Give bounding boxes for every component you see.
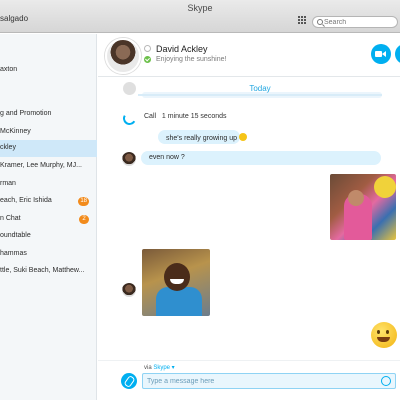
account-name[interactable]: salgado [0, 14, 28, 23]
search-icon [317, 19, 323, 25]
call-duration: 1 minute 15 seconds [161, 113, 227, 120]
via-selector[interactable]: via Skype ▾ [144, 364, 175, 371]
contact-name: ckley [0, 144, 16, 151]
call-label: Call [144, 113, 157, 120]
contact-name: rman [0, 180, 16, 187]
contact-item[interactable]: Kramer, Lee Murphy, MJ... [0, 158, 97, 175]
avatar[interactable] [122, 152, 136, 166]
contact-list: axton g and Promotion McKinney ckley Kra… [0, 34, 97, 400]
contact-name: hammas [0, 250, 27, 257]
contact-item[interactable]: g and Promotion [0, 106, 97, 123]
smiley-emoticon-icon [238, 133, 247, 141]
message-bubble[interactable]: she's really growing up [158, 130, 247, 144]
favorite-star-icon[interactable] [144, 45, 151, 52]
contact-item-selected[interactable]: ckley [0, 140, 97, 157]
photo-figure [156, 287, 202, 316]
contact-name: McKinney [0, 128, 31, 135]
contact-item[interactable]: n Chat 2 [0, 211, 97, 228]
message-bubble[interactable]: even now ? [141, 151, 381, 165]
smiley-emoticon-icon[interactable] [371, 322, 397, 348]
contact-title: David Ackley [156, 44, 208, 54]
contact-item[interactable]: axton [0, 62, 97, 79]
window-title: Skype [187, 3, 213, 13]
search-input[interactable] [324, 17, 394, 27]
message-text: she's really growing up [166, 135, 237, 142]
message-input[interactable] [147, 376, 367, 387]
avatar [123, 82, 136, 95]
photo-face [164, 263, 190, 291]
contact-item[interactable]: oundtable [0, 228, 97, 245]
contact-item[interactable]: hammas [0, 246, 97, 263]
contact-item[interactable]: each, Eric Ishida 18 [0, 193, 97, 210]
online-status-icon [144, 56, 151, 63]
contact-item[interactable]: rman [0, 176, 97, 193]
search-box[interactable] [312, 16, 398, 28]
avatar[interactable] [105, 38, 141, 74]
message-text: even now ? [149, 154, 185, 161]
contact-name: g and Promotion [0, 110, 52, 117]
contact-name: n Chat [0, 215, 21, 222]
video-call-button[interactable] [371, 44, 391, 64]
photo-face [348, 190, 364, 206]
emoticon-picker-icon[interactable] [381, 376, 391, 386]
contact-name: each, Eric Ishida [0, 197, 52, 204]
audio-call-button[interactable] [395, 44, 400, 64]
phone-icon [123, 112, 133, 122]
via-label: via [144, 365, 152, 371]
conversation-header: David Ackley Enjoying the sunshine! [98, 34, 400, 77]
compose-area: via Skype ▾ [98, 360, 400, 400]
unread-badge: 18 [78, 197, 89, 206]
attach-file-button[interactable] [121, 373, 137, 389]
dialpad-icon[interactable] [298, 16, 307, 25]
message-history[interactable]: Today Call 1 minute 15 seconds she's rea… [98, 78, 400, 368]
message-field[interactable] [142, 373, 396, 389]
mood-message: Enjoying the sunshine! [156, 56, 227, 63]
title-bar: Skype salgado [0, 0, 400, 33]
contact-name: oundtable [0, 232, 31, 239]
via-service: Skype ▾ [153, 365, 175, 371]
contact-name: axton [0, 66, 18, 73]
day-separator: Today [138, 84, 382, 96]
shared-photo[interactable] [330, 174, 396, 240]
avatar[interactable] [122, 283, 136, 297]
photo-balloon [374, 176, 396, 198]
day-label: Today [249, 84, 271, 93]
conversation-pane: David Ackley Enjoying the sunshine! Toda… [98, 34, 400, 400]
contact-item[interactable]: McKinney [0, 124, 97, 141]
contact-name: ttle, Suki Beach, Matthew... [0, 267, 85, 274]
contact-name: Kramer, Lee Murphy, MJ... [0, 162, 82, 169]
shared-photo[interactable] [142, 249, 210, 316]
call-summary: Call 1 minute 15 seconds [144, 113, 227, 120]
contact-item[interactable]: ttle, Suki Beach, Matthew... [0, 263, 97, 280]
unread-badge: 2 [79, 215, 89, 224]
